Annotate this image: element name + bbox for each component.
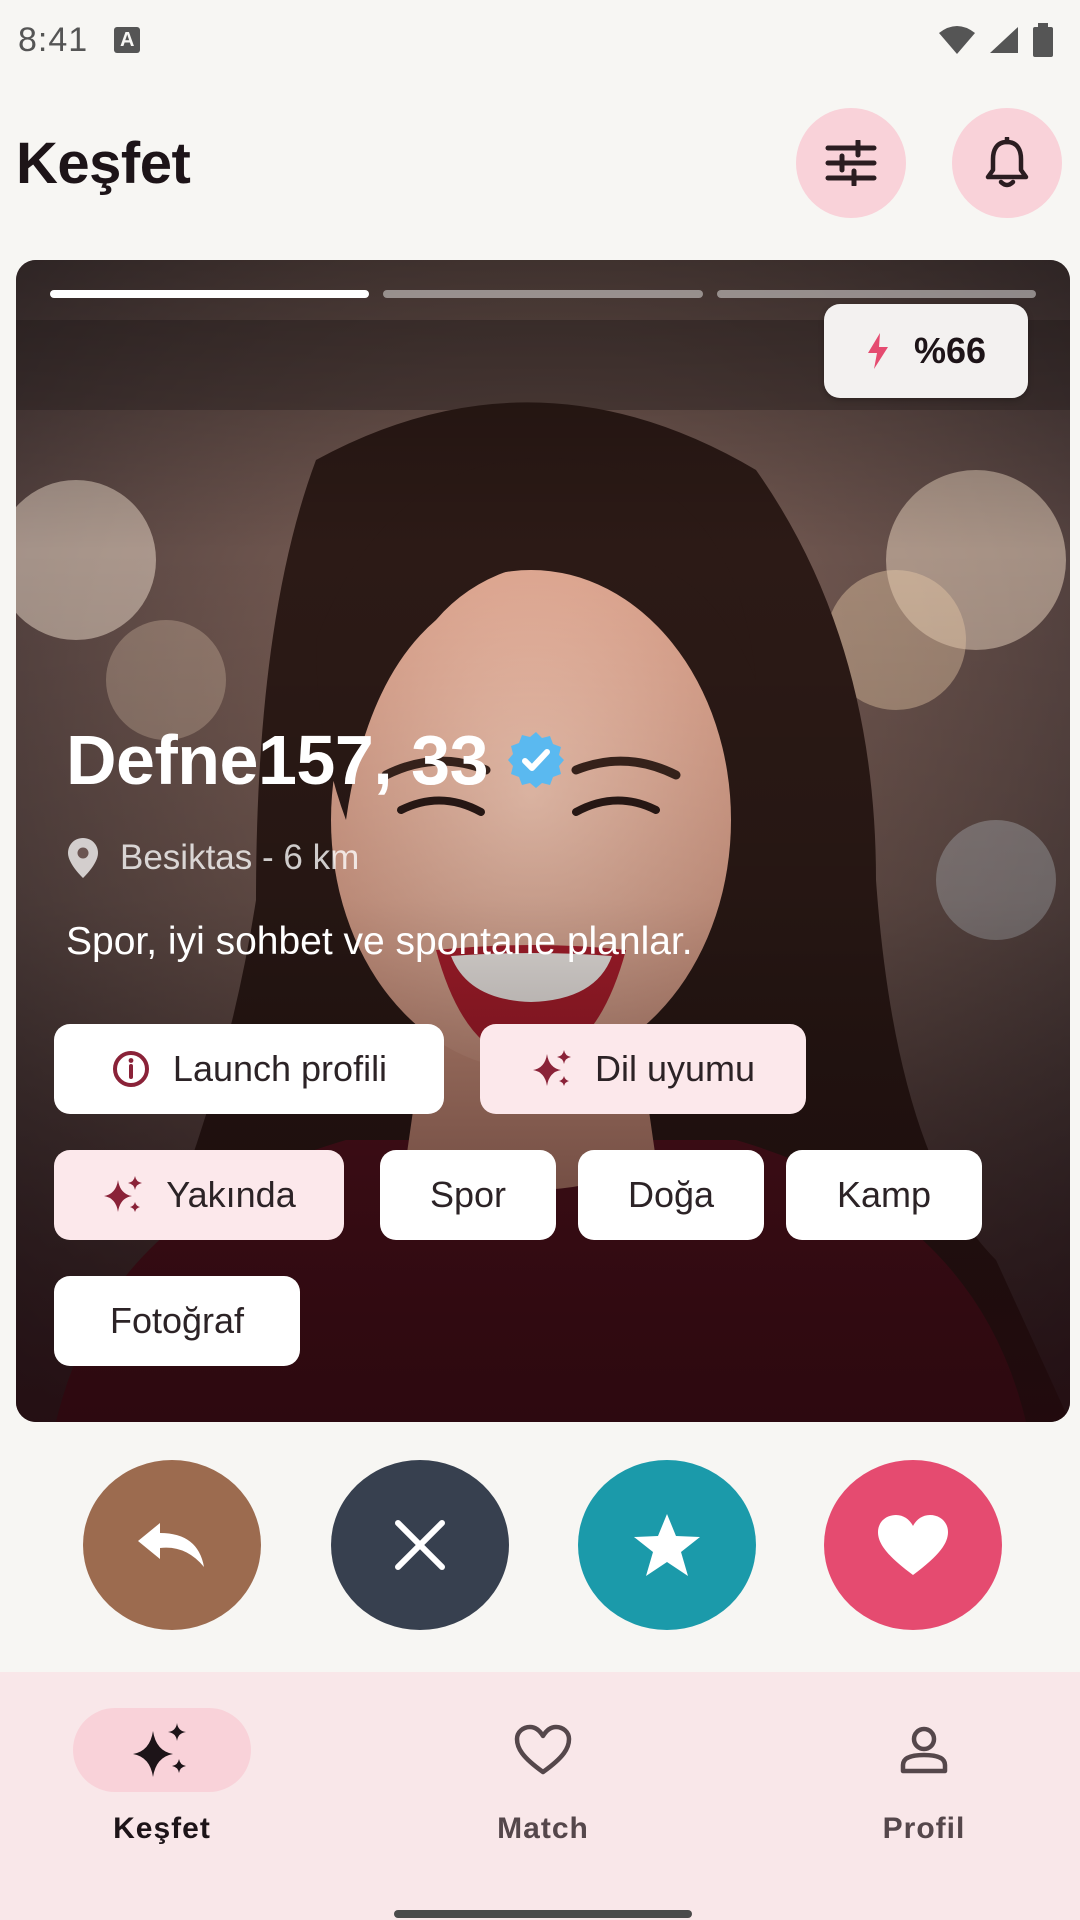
chip-interest[interactable]: Fotoğraf <box>54 1276 300 1366</box>
like-button[interactable] <box>824 1460 1002 1630</box>
filter-button[interactable] <box>796 108 906 218</box>
home-indicator[interactable] <box>394 1910 692 1918</box>
info-icon <box>112 1051 149 1087</box>
battery-icon <box>1033 23 1053 57</box>
nav-label: Profil <box>882 1812 966 1845</box>
bell-icon <box>985 137 1029 188</box>
star-icon <box>634 1514 700 1576</box>
header: Keşfet <box>0 108 1080 218</box>
chip-label: Launch profili <box>172 1048 388 1089</box>
status-bar: 8:41 A <box>0 0 1080 80</box>
nav-item-profile[interactable]: Profil <box>824 1708 1024 1858</box>
heart-outline-icon <box>514 1724 572 1775</box>
notifications-button[interactable] <box>952 108 1062 218</box>
sliders-icon <box>825 140 877 186</box>
chip-interest[interactable]: Kamp <box>786 1150 982 1240</box>
bottom-navigation: Keşfet Match Profil <box>0 1672 1080 1920</box>
profile-name-age: Defne157, 33 <box>66 721 489 799</box>
cell-signal-icon <box>990 27 1018 53</box>
profile-bio: Spor, iyi sohbet ve spontane planlar. <box>66 920 693 963</box>
pass-button[interactable] <box>331 1460 509 1630</box>
chip-label: Dil uyumu <box>594 1048 756 1089</box>
chip-label: Spor <box>429 1174 507 1215</box>
chip-interest[interactable]: Spor <box>380 1150 556 1240</box>
keyboard-indicator-icon: A <box>114 27 141 53</box>
undo-button[interactable] <box>83 1460 261 1630</box>
sparkle-icon <box>532 1050 571 1086</box>
sparkle-icon <box>104 1176 143 1212</box>
status-time: 8:41 <box>18 20 89 59</box>
location-row: Besiktas - 6 km <box>68 838 359 878</box>
nav-label: Match <box>497 1812 589 1845</box>
chip-label: Yakında <box>166 1174 296 1215</box>
profile-name-row: Defne157, 33 <box>66 720 566 800</box>
close-icon <box>395 1520 445 1570</box>
heart-icon <box>878 1515 948 1575</box>
nav-active-indicator <box>73 1708 251 1792</box>
nav-item-match[interactable]: Match <box>443 1708 643 1858</box>
photo-progress-segment <box>383 290 703 298</box>
photo-progress-segment <box>716 290 1036 298</box>
page-title: Keşfet <box>16 130 191 196</box>
nav-item-discover[interactable]: Keşfet <box>62 1708 262 1858</box>
profile-card[interactable]: %66 Defne157, 33 Besiktas - 6 km Spor, i… <box>16 260 1070 1422</box>
sparkles-icon <box>133 1723 186 1777</box>
nav-label: Keşfet <box>113 1812 211 1845</box>
match-score-label: %66 <box>913 330 987 371</box>
chip-label: Fotoğraf <box>109 1300 245 1341</box>
wifi-icon <box>939 26 975 54</box>
chip-label: Doğa <box>627 1174 715 1215</box>
photo-progress <box>50 290 1036 298</box>
super-like-button[interactable] <box>578 1460 756 1630</box>
chip-label: Kamp <box>836 1174 932 1215</box>
person-icon <box>900 1726 948 1774</box>
verified-badge-icon <box>508 732 565 788</box>
match-score-badge: %66 <box>824 304 1028 398</box>
location-pin-icon <box>68 838 98 878</box>
lightning-icon <box>867 333 888 369</box>
chip-nearby[interactable]: Yakında <box>54 1150 344 1240</box>
undo-icon <box>138 1523 204 1567</box>
location-text: Besiktas - 6 km <box>120 838 360 877</box>
chip-launch-profile[interactable]: Launch profili <box>54 1024 444 1114</box>
chip-language-match[interactable]: Dil uyumu <box>480 1024 806 1114</box>
photo-progress-segment <box>50 290 370 298</box>
chip-interest[interactable]: Doğa <box>578 1150 764 1240</box>
